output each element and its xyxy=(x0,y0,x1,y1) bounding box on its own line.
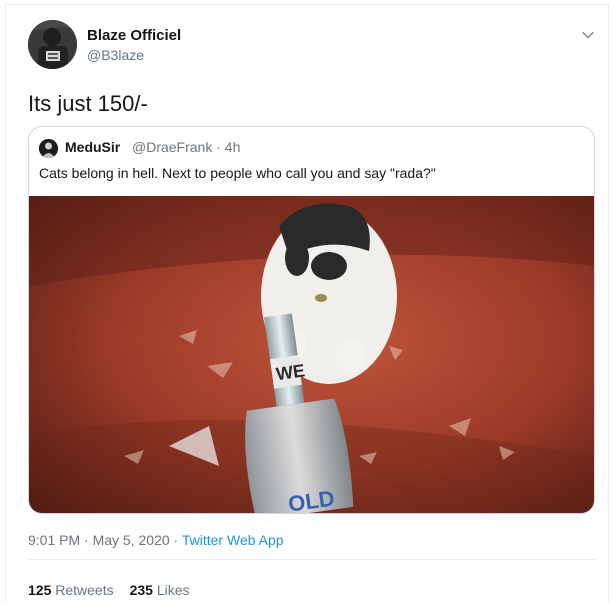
tweet-text: Its just 150/- xyxy=(28,91,148,116)
source-app-link[interactable]: Twitter Web App xyxy=(182,532,284,548)
retweets-count: 125 xyxy=(28,582,52,598)
tweet-date[interactable]: May 5, 2020 xyxy=(93,532,170,548)
likes-link[interactable]: 235 Likes xyxy=(130,582,190,598)
author-avatar[interactable] xyxy=(28,20,77,69)
author-name[interactable]: Blaze Officiel xyxy=(87,27,181,44)
likes-label: Likes xyxy=(156,582,190,598)
tweet-card: Blaze Officiel @B3laze Its just 150/- Me… xyxy=(5,4,609,603)
author-handle[interactable]: @B3laze xyxy=(87,47,144,63)
quoted-text: Cats belong in hell. Next to people who … xyxy=(39,165,436,181)
quoted-photo[interactable]: WE OLD xyxy=(29,196,594,513)
tweet-time[interactable]: 9:01 PM xyxy=(28,532,80,548)
divider xyxy=(28,559,596,560)
retweets-link[interactable]: 125 Retweets xyxy=(28,582,114,598)
separator: · xyxy=(84,532,89,548)
quoted-avatar[interactable] xyxy=(39,139,58,158)
separator: · xyxy=(216,139,221,155)
separator: · xyxy=(173,532,179,548)
quoted-author-name[interactable]: MeduSir xyxy=(65,139,120,155)
quoted-age[interactable]: 4h xyxy=(225,139,241,155)
retweets-label: Retweets xyxy=(55,582,114,598)
quoted-tweet[interactable]: MeduSir @DraeFrank · 4h Cats belong in h… xyxy=(28,126,595,514)
chevron-down-icon[interactable] xyxy=(578,25,598,45)
quoted-handle-line: @DraeFrank · 4h xyxy=(132,139,240,155)
svg-text:WE: WE xyxy=(275,360,307,384)
engagement-stats: 125 Retweets 235 Likes xyxy=(28,582,190,598)
tweet-meta: 9:01 PM · May 5, 2020 · Twitter Web App xyxy=(28,532,284,548)
quoted-author-handle[interactable]: @DraeFrank xyxy=(132,139,212,155)
likes-count: 235 xyxy=(129,582,153,598)
